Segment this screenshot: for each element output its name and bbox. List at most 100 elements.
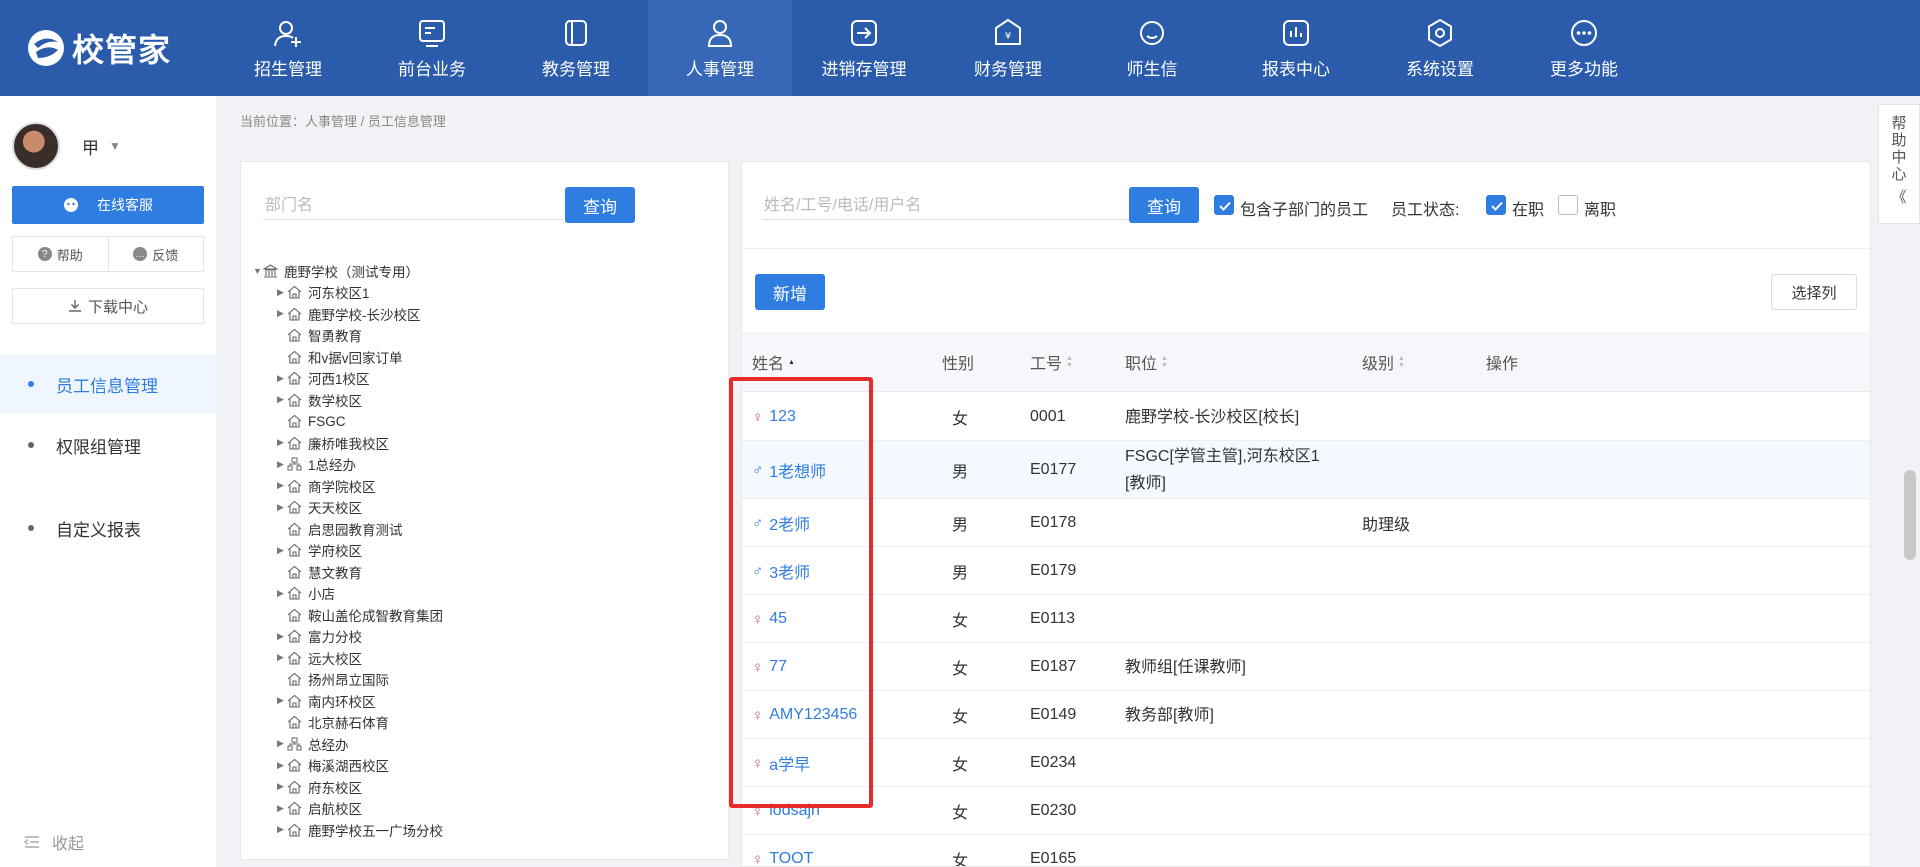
employee-name-link[interactable]: ♀ 45: [752, 595, 787, 643]
include-sub-dept-checkbox[interactable]: [1214, 195, 1234, 215]
nav-item-5[interactable]: ¥ 财务管理: [936, 0, 1080, 96]
sort-icon[interactable]: ▲ ▼: [1398, 355, 1405, 369]
sort-icon[interactable]: ▲: [788, 359, 795, 366]
sidebar-menu-item-2[interactable]: 自定义报表: [0, 498, 216, 558]
tree-node[interactable]: 扬州昂立国际: [253, 669, 443, 691]
column-header[interactable]: 姓名 ▲: [752, 332, 795, 392]
avatar[interactable]: [12, 122, 60, 170]
employee-name-link[interactable]: ♀ 123: [752, 393, 796, 441]
table-row[interactable]: ♀ iodsajn 女 E0230: [742, 787, 1870, 835]
nav-item-0[interactable]: 招生管理: [216, 0, 360, 96]
employee-name-link[interactable]: ♀ AMY123456: [752, 691, 857, 739]
column-header[interactable]: 职位 ▲ ▼: [1125, 332, 1168, 392]
tree-toggle-icon[interactable]: ▶: [277, 738, 287, 749]
tree-toggle-icon[interactable]: ▶: [277, 824, 287, 835]
tree-toggle-icon[interactable]: ▶: [277, 803, 287, 814]
employee-query-button[interactable]: 查询: [1129, 187, 1199, 223]
user-menu[interactable]: 甲 ▼: [12, 122, 121, 170]
table-row[interactable]: ♂ 2老师 男 E0178 助理级: [742, 499, 1870, 547]
sidebar-menu-item-0[interactable]: 员工信息管理: [0, 354, 216, 414]
table-row[interactable]: ♀ 45 女 E0113: [742, 595, 1870, 643]
tree-toggle-icon[interactable]: ▶: [277, 437, 287, 448]
employee-name-link[interactable]: ♂ 2老师: [752, 499, 810, 547]
tree-node[interactable]: ▶ 总经办: [253, 733, 443, 755]
table-row[interactable]: ♀ 123 女 0001 鹿野学校-长沙校区[校长]: [742, 393, 1870, 441]
tree-node[interactable]: 和v据v回家订单: [253, 346, 443, 368]
nav-item-9[interactable]: 更多功能: [1512, 0, 1656, 96]
tree-toggle-icon[interactable]: ▼: [253, 266, 263, 276]
download-center-button[interactable]: 下载中心: [12, 288, 204, 324]
tree-node[interactable]: ▶ 富力分校: [253, 626, 443, 648]
sort-icon[interactable]: ▲ ▼: [1066, 355, 1073, 369]
status-active-checkbox[interactable]: [1486, 195, 1506, 215]
department-search-input[interactable]: [263, 192, 563, 220]
tree-toggle-icon[interactable]: ▶: [277, 287, 287, 298]
tree-node[interactable]: ▶ 河西1校区: [253, 368, 443, 390]
tree-toggle-icon[interactable]: ▶: [277, 781, 287, 792]
nav-item-8[interactable]: 系统设置: [1368, 0, 1512, 96]
tree-node[interactable]: ▶ 小店: [253, 583, 443, 605]
tree-toggle-icon[interactable]: ▶: [277, 588, 287, 599]
tree-toggle-icon[interactable]: ▶: [277, 394, 287, 405]
double-chevron-left-icon[interactable]: 《: [1891, 189, 1906, 206]
choose-columns-button[interactable]: 选择列: [1771, 274, 1857, 310]
nav-item-6[interactable]: 师生信: [1080, 0, 1224, 96]
tree-toggle-icon[interactable]: ▶: [277, 480, 287, 491]
sidebar-menu-item-1[interactable]: 权限组管理: [0, 415, 216, 475]
chevron-down-icon[interactable]: ▼: [109, 139, 121, 153]
tree-node[interactable]: ▶ 启航校区: [253, 798, 443, 820]
table-row[interactable]: ♀ 77 女 E0187 教师组[任课教师]: [742, 643, 1870, 691]
nav-item-1[interactable]: 前台业务: [360, 0, 504, 96]
tree-toggle-icon[interactable]: ▶: [277, 459, 287, 470]
tree-node[interactable]: ▶ 府东校区: [253, 776, 443, 798]
add-employee-button[interactable]: 新增: [755, 274, 825, 310]
tree-node[interactable]: 智勇教育: [253, 325, 443, 347]
employee-name-link[interactable]: ♂ 1老想师: [752, 441, 826, 499]
department-query-button[interactable]: 查询: [565, 187, 635, 223]
table-row[interactable]: ♂ 1老想师 男 E0177 FSGC[学管主管],河东校区1 [教师]: [742, 441, 1870, 499]
nav-item-4[interactable]: 进销存管理: [792, 0, 936, 96]
tree-node[interactable]: 北京赫石体育: [253, 712, 443, 734]
tree-node[interactable]: ▶ 学府校区: [253, 540, 443, 562]
tree-toggle-icon[interactable]: ▶: [277, 502, 287, 513]
page-scrollbar[interactable]: [1904, 470, 1916, 560]
tree-toggle-icon[interactable]: ▶: [277, 373, 287, 384]
help-center-tab[interactable]: 帮助中心《: [1878, 104, 1920, 224]
table-row[interactable]: ♀ TOOT 女 E0165: [742, 835, 1870, 866]
tree-node[interactable]: ▶ 南内环校区: [253, 690, 443, 712]
table-row[interactable]: ♂ 3老师 男 E0179: [742, 547, 1870, 595]
collapse-sidebar-button[interactable]: 收起: [24, 830, 84, 854]
tree-node[interactable]: ▶ 数学校区: [253, 389, 443, 411]
tree-node[interactable]: 慧文教育: [253, 561, 443, 583]
table-row[interactable]: ♀ a学早 女 E0234: [742, 739, 1870, 787]
tree-toggle-icon[interactable]: ▶: [277, 695, 287, 706]
nav-item-7[interactable]: 报表中心: [1224, 0, 1368, 96]
nav-item-3[interactable]: 人事管理: [648, 0, 792, 96]
tree-toggle-icon[interactable]: ▶: [277, 308, 287, 319]
tree-node[interactable]: ▶ 天天校区: [253, 497, 443, 519]
table-row[interactable]: ♀ AMY123456 女 E0149 教务部[教师]: [742, 691, 1870, 739]
tree-node[interactable]: ▼ 鹿野学校（测试专用）: [253, 260, 443, 282]
tree-toggle-icon[interactable]: ▶: [277, 545, 287, 556]
nav-item-2[interactable]: 教务管理: [504, 0, 648, 96]
tree-toggle-icon[interactable]: ▶: [277, 760, 287, 771]
employee-name-link[interactable]: ♀ a学早: [752, 739, 810, 787]
tree-toggle-icon[interactable]: ▶: [277, 652, 287, 663]
status-left-checkbox[interactable]: [1558, 195, 1578, 215]
tree-node[interactable]: 鞍山盖伦成智教育集团: [253, 604, 443, 626]
help-button[interactable]: ? 帮助: [13, 237, 109, 271]
feedback-button[interactable]: … 反馈: [109, 237, 204, 271]
tree-node[interactable]: ▶ 河东校区1: [253, 282, 443, 304]
tree-node[interactable]: ▶ 鹿野学校五一广场分校: [253, 819, 443, 841]
tree-node[interactable]: ▶ 鹿野学校-长沙校区: [253, 303, 443, 325]
tree-node[interactable]: FSGC: [253, 411, 443, 433]
employee-name-link[interactable]: ♂ 3老师: [752, 547, 810, 595]
employee-search-input[interactable]: [762, 192, 1132, 220]
employee-name-link[interactable]: ♀ 77: [752, 643, 787, 691]
employee-name-link[interactable]: ♀ TOOT: [752, 835, 813, 866]
tree-toggle-icon[interactable]: ▶: [277, 631, 287, 642]
employee-name-link[interactable]: ♀ iodsajn: [752, 787, 820, 835]
logo[interactable]: 校管家: [0, 0, 216, 96]
tree-node[interactable]: 启思园教育测试: [253, 518, 443, 540]
column-header[interactable]: 级别 ▲ ▼: [1362, 332, 1405, 392]
